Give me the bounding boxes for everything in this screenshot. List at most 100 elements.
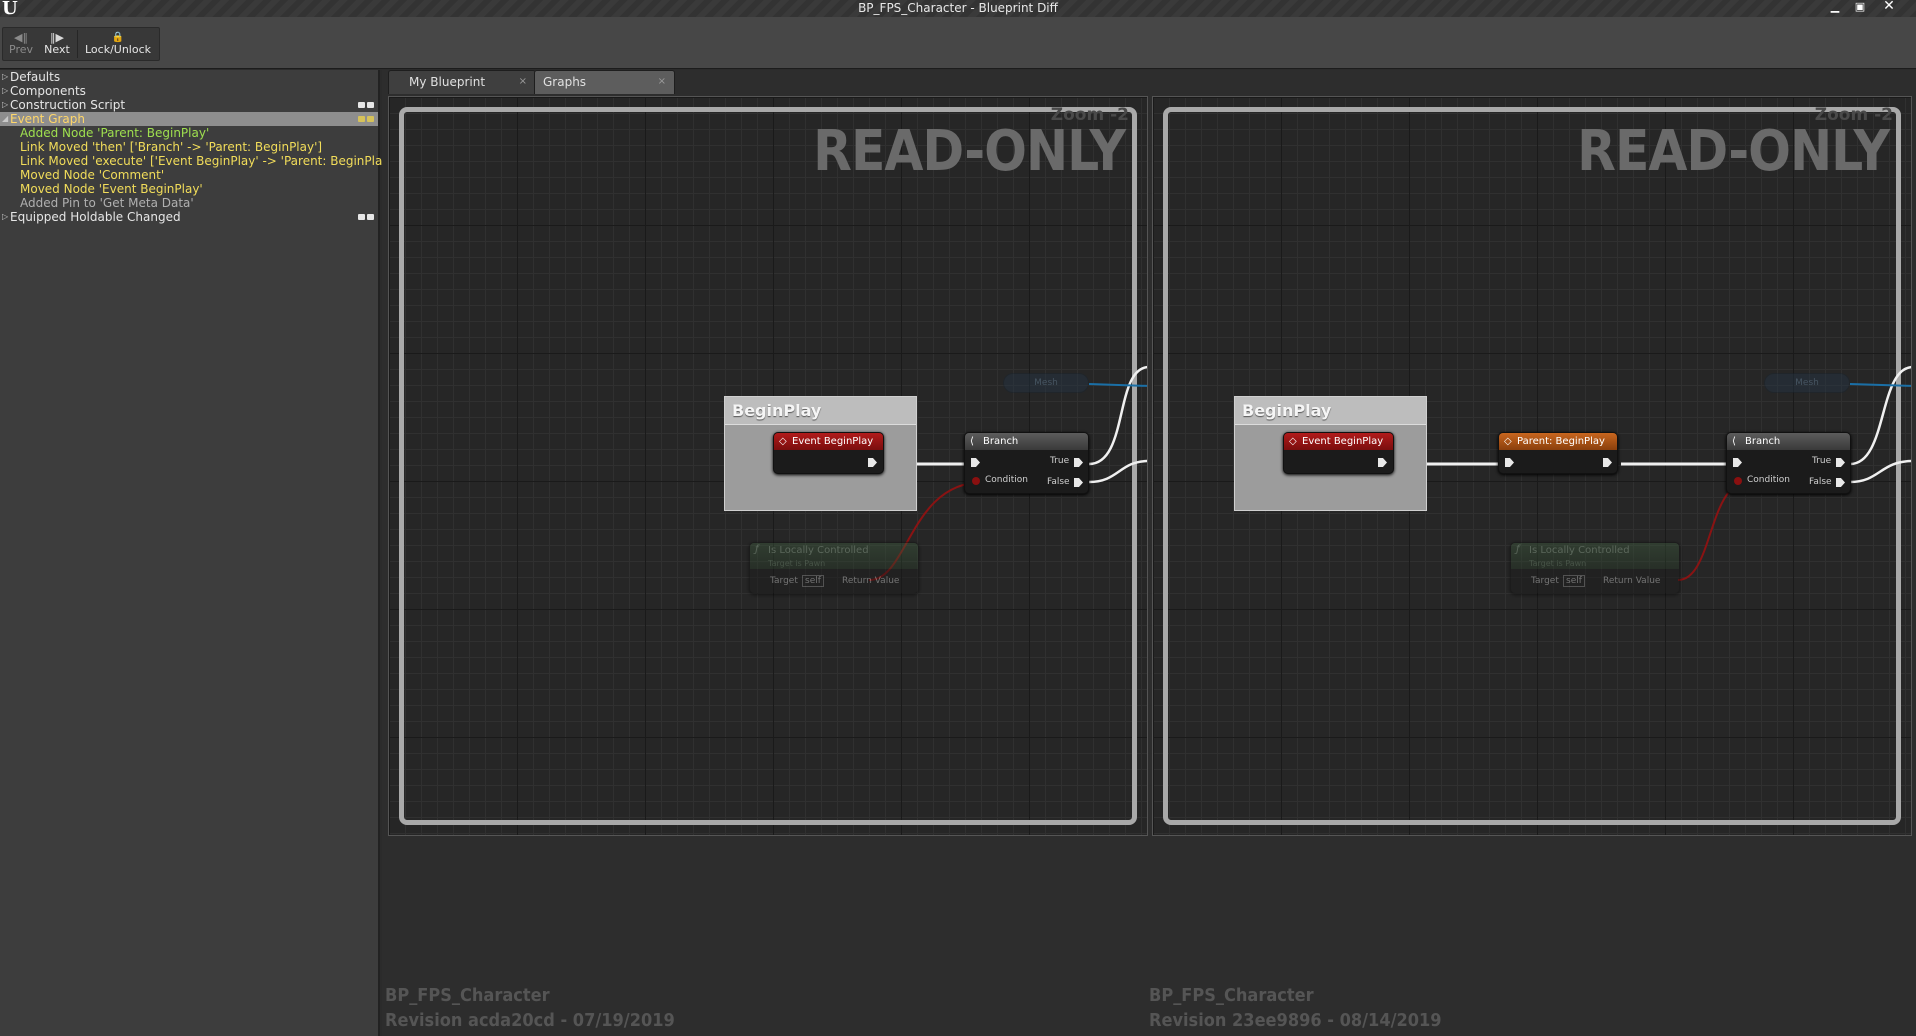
read-only-watermark: READ-ONLY: [1577, 119, 1890, 184]
true-exec-pin[interactable]: [1074, 458, 1083, 467]
comment-title: BeginPlay: [1235, 397, 1426, 425]
change-item[interactable]: Added Node 'Parent: BeginPlay': [0, 126, 378, 140]
node-title: Branch: [983, 436, 1019, 447]
tree-item-event-graph[interactable]: ◢ Event Graph: [0, 112, 378, 126]
true-exec-pin[interactable]: [1836, 458, 1845, 467]
read-only-watermark: READ-ONLY: [813, 119, 1126, 184]
lock-unlock-label: Lock/Unlock: [84, 43, 152, 56]
tree-item-label: Equipped Holdable Changed: [10, 210, 181, 224]
tree-item-construction-script[interactable]: ▷ Construction Script: [0, 98, 378, 112]
condition-pin[interactable]: [972, 477, 980, 485]
self-value: self: [802, 575, 824, 587]
close-button[interactable]: ✕: [1878, 0, 1900, 14]
event-begin-play-node[interactable]: ◇ Event BeginPlay: [1283, 432, 1394, 474]
exec-input-pin[interactable]: [1505, 458, 1514, 467]
diff-tree-panel: ▷ Defaults ▷ Components ▷ Construction S…: [0, 70, 397, 1036]
exec-input-pin[interactable]: [1733, 458, 1742, 467]
tree-item-equipped-holdable-changed[interactable]: ▷ Equipped Holdable Changed: [0, 210, 378, 224]
tree-item-label: Event Graph: [10, 112, 85, 126]
node-subtitle: Target is Pawn: [768, 559, 826, 568]
change-item[interactable]: Moved Node 'Event BeginPlay': [0, 182, 378, 196]
tree-item-label: Defaults: [10, 70, 61, 84]
revision-info-new: BP_FPS_Character Revision 23ee9896 - 08/…: [1149, 983, 1442, 1033]
revision-info-old: BP_FPS_Character Revision acda20cd - 07/…: [385, 983, 675, 1033]
event-begin-play-node[interactable]: ◇ Event BeginPlay: [773, 432, 884, 474]
change-item[interactable]: Added Pin to 'Get Meta Data': [0, 196, 378, 210]
tab-close-icon[interactable]: ×: [658, 71, 666, 93]
graph-pane-old[interactable]: Zoom -2 READ-ONLY Mesh BeginPlay ◇ Event…: [388, 96, 1148, 836]
condition-pin[interactable]: [1734, 477, 1742, 485]
expand-arrow-icon[interactable]: ▷: [2, 210, 8, 224]
maximize-button[interactable]: ▣: [1849, 0, 1871, 13]
event-icon: ◇: [1289, 436, 1297, 447]
node-title: Event BeginPlay: [792, 436, 874, 447]
node-header: ⟨ Branch: [965, 433, 1088, 450]
node-header: ⟨ Branch: [1727, 433, 1850, 450]
is-locally-controlled-node[interactable]: ƒ Is Locally Controlled Target is Pawn T…: [1510, 542, 1680, 594]
exec-output-pin[interactable]: [1603, 458, 1612, 467]
node-title: Branch: [1745, 436, 1781, 447]
exec-input-pin[interactable]: [971, 458, 980, 467]
prev-button[interactable]: ◀‖ Prev: [3, 28, 39, 60]
function-icon: ƒ: [1516, 544, 1520, 555]
mesh-variable-node[interactable]: Mesh: [1764, 373, 1850, 393]
node-header: ◇ Event BeginPlay: [1284, 433, 1393, 450]
window-title: BP_FPS_Character - Blueprint Diff: [858, 1, 1058, 15]
expand-arrow-icon[interactable]: ▷: [2, 70, 8, 84]
tree-item-label: Construction Script: [10, 98, 126, 112]
change-item[interactable]: Link Moved 'then' ['Branch' -> 'Parent: …: [0, 140, 378, 154]
asset-name: BP_FPS_Character: [385, 985, 550, 1006]
target-pin-label: Target: [770, 576, 798, 586]
revision-label: Revision 23ee9896 - 08/14/2019: [1149, 1010, 1442, 1031]
tab-close-icon[interactable]: ×: [519, 71, 527, 93]
is-locally-controlled-node[interactable]: ƒ Is Locally Controlled Target is Pawn T…: [749, 542, 919, 594]
node-title: Is Locally Controlled: [1529, 545, 1630, 556]
change-item[interactable]: Link Moved 'execute' ['Event BeginPlay' …: [0, 154, 397, 168]
node-title: Event BeginPlay: [1302, 436, 1384, 447]
asset-name: BP_FPS_Character: [1149, 985, 1314, 1006]
mesh-variable-node[interactable]: Mesh: [1003, 373, 1089, 393]
self-value: self: [1563, 575, 1585, 587]
expand-arrow-icon[interactable]: ▷: [2, 84, 8, 98]
node-subtitle: Target is Pawn: [1529, 559, 1587, 568]
mesh-label: Mesh: [1034, 378, 1058, 388]
condition-pin-label: Condition: [1747, 475, 1790, 485]
exec-output-pin[interactable]: [868, 458, 877, 467]
mesh-label: Mesh: [1795, 378, 1819, 388]
lock-unlock-button[interactable]: 🔒 Lock/Unlock: [80, 28, 156, 60]
false-exec-pin[interactable]: [1836, 478, 1845, 487]
minimize-button[interactable]: ▁: [1824, 0, 1846, 13]
tree-item-defaults[interactable]: ▷ Defaults: [0, 70, 378, 84]
change-label: Link Moved 'execute' ['Event BeginPlay' …: [20, 154, 398, 168]
parent-begin-play-node[interactable]: ◇ Parent: BeginPlay: [1498, 432, 1618, 474]
diff-badge-icon: [358, 102, 374, 108]
next-button[interactable]: ‖▶ Next: [39, 28, 75, 60]
toolbar-separator: [77, 30, 78, 58]
collapse-arrow-icon[interactable]: ◢: [2, 112, 8, 126]
tree-item-components[interactable]: ▷ Components: [0, 84, 378, 98]
comment-title: BeginPlay: [725, 397, 916, 425]
branch-icon: ⟨: [970, 436, 974, 447]
true-pin-label: True: [1812, 456, 1832, 466]
branch-node[interactable]: ⟨ Branch True Condition False: [1726, 432, 1851, 494]
event-icon: ◇: [779, 436, 787, 447]
graph-pane-new[interactable]: Zoom -2 READ-ONLY Mesh BeginPlay ◇ Event…: [1152, 96, 1912, 836]
function-icon: ƒ: [755, 544, 759, 555]
node-header: ◇ Parent: BeginPlay: [1499, 433, 1617, 450]
branch-icon: ⟨: [1732, 436, 1736, 447]
next-label: Next: [44, 43, 70, 56]
function-icon: ◇: [1504, 436, 1512, 447]
false-pin-label: False: [1047, 477, 1070, 487]
change-label: Link Moved 'then' ['Branch' -> 'Parent: …: [20, 140, 323, 154]
branch-node[interactable]: ⟨ Branch True Condition False: [964, 432, 1089, 494]
prev-icon: ◀‖: [14, 31, 28, 44]
tab-graphs[interactable]: Graphs ×: [534, 70, 675, 94]
change-label: Added Pin to 'Get Meta Data': [20, 196, 194, 210]
change-item[interactable]: Moved Node 'Comment': [0, 168, 378, 182]
false-exec-pin[interactable]: [1074, 478, 1083, 487]
change-label: Moved Node 'Event BeginPlay': [20, 182, 203, 196]
tab-my-blueprint[interactable]: My Blueprint ×: [388, 70, 536, 94]
node-title: Parent: BeginPlay: [1517, 436, 1605, 447]
exec-output-pin[interactable]: [1378, 458, 1387, 467]
expand-arrow-icon[interactable]: ▷: [2, 98, 8, 112]
